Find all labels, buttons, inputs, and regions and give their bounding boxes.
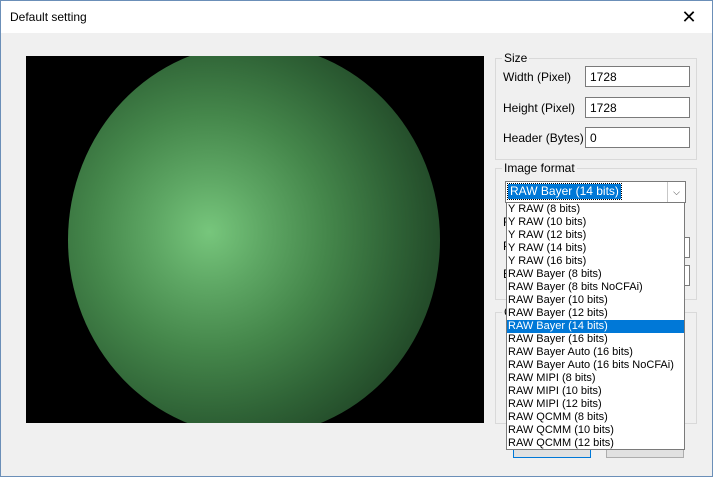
- chevron-down-icon[interactable]: ⌵: [667, 182, 685, 202]
- dropdown-option[interactable]: RAW MIPI (8 bits): [507, 372, 684, 385]
- dropdown-option[interactable]: RAW Bayer (8 bits NoCFAi): [507, 281, 684, 294]
- image-format-selected-value: RAW Bayer (14 bits): [507, 183, 622, 200]
- dropdown-option[interactable]: RAW QCMM (12 bits): [507, 437, 684, 449]
- image-format-select[interactable]: RAW Bayer (14 bits) ⌵: [505, 181, 686, 203]
- image-preview: [26, 56, 484, 423]
- dropdown-option[interactable]: RAW Bayer Auto (16 bits): [507, 346, 684, 359]
- dropdown-option[interactable]: RAW Bayer (10 bits): [507, 294, 684, 307]
- dropdown-option[interactable]: RAW Bayer (16 bits): [507, 333, 684, 346]
- dropdown-option[interactable]: RAW Bayer Auto (16 bits NoCFAi): [507, 359, 684, 372]
- dropdown-option[interactable]: Y RAW (14 bits): [507, 242, 684, 255]
- image-format-group-label: Image format: [502, 161, 577, 175]
- width-field[interactable]: [585, 66, 690, 87]
- dropdown-option[interactable]: RAW QCMM (10 bits): [507, 424, 684, 437]
- title-bar: Default setting ✕: [1, 1, 712, 33]
- header-label: Header (Bytes): [503, 131, 584, 145]
- height-field[interactable]: [585, 97, 690, 118]
- header-field[interactable]: [585, 127, 690, 148]
- image-format-dropdown-list[interactable]: Y RAW (8 bits) Y RAW (10 bits) Y RAW (12 b…: [506, 202, 685, 450]
- dialog-window: Default setting ✕ Size Width (Pixel) Hei…: [0, 0, 713, 477]
- dropdown-option[interactable]: RAW MIPI (12 bits): [507, 398, 684, 411]
- dropdown-option[interactable]: RAW MIPI (10 bits): [507, 385, 684, 398]
- dropdown-option[interactable]: Y RAW (8 bits): [507, 203, 684, 216]
- window-title: Default setting: [10, 10, 87, 24]
- dropdown-option[interactable]: RAW QCMM (8 bits): [507, 411, 684, 424]
- dropdown-option[interactable]: Y RAW (12 bits): [507, 229, 684, 242]
- dropdown-option[interactable]: Y RAW (16 bits): [507, 255, 684, 268]
- dropdown-option[interactable]: RAW Bayer (12 bits): [507, 307, 684, 320]
- preview-lens-image: [68, 56, 440, 423]
- width-label: Width (Pixel): [503, 70, 572, 84]
- dropdown-option[interactable]: RAW Bayer (8 bits): [507, 268, 684, 281]
- close-icon[interactable]: ✕: [666, 1, 712, 33]
- height-label: Height (Pixel): [503, 101, 576, 115]
- size-group-label: Size: [502, 51, 530, 65]
- dropdown-option[interactable]: RAW Bayer (14 bits): [507, 320, 684, 333]
- dropdown-option[interactable]: Y RAW (10 bits): [507, 216, 684, 229]
